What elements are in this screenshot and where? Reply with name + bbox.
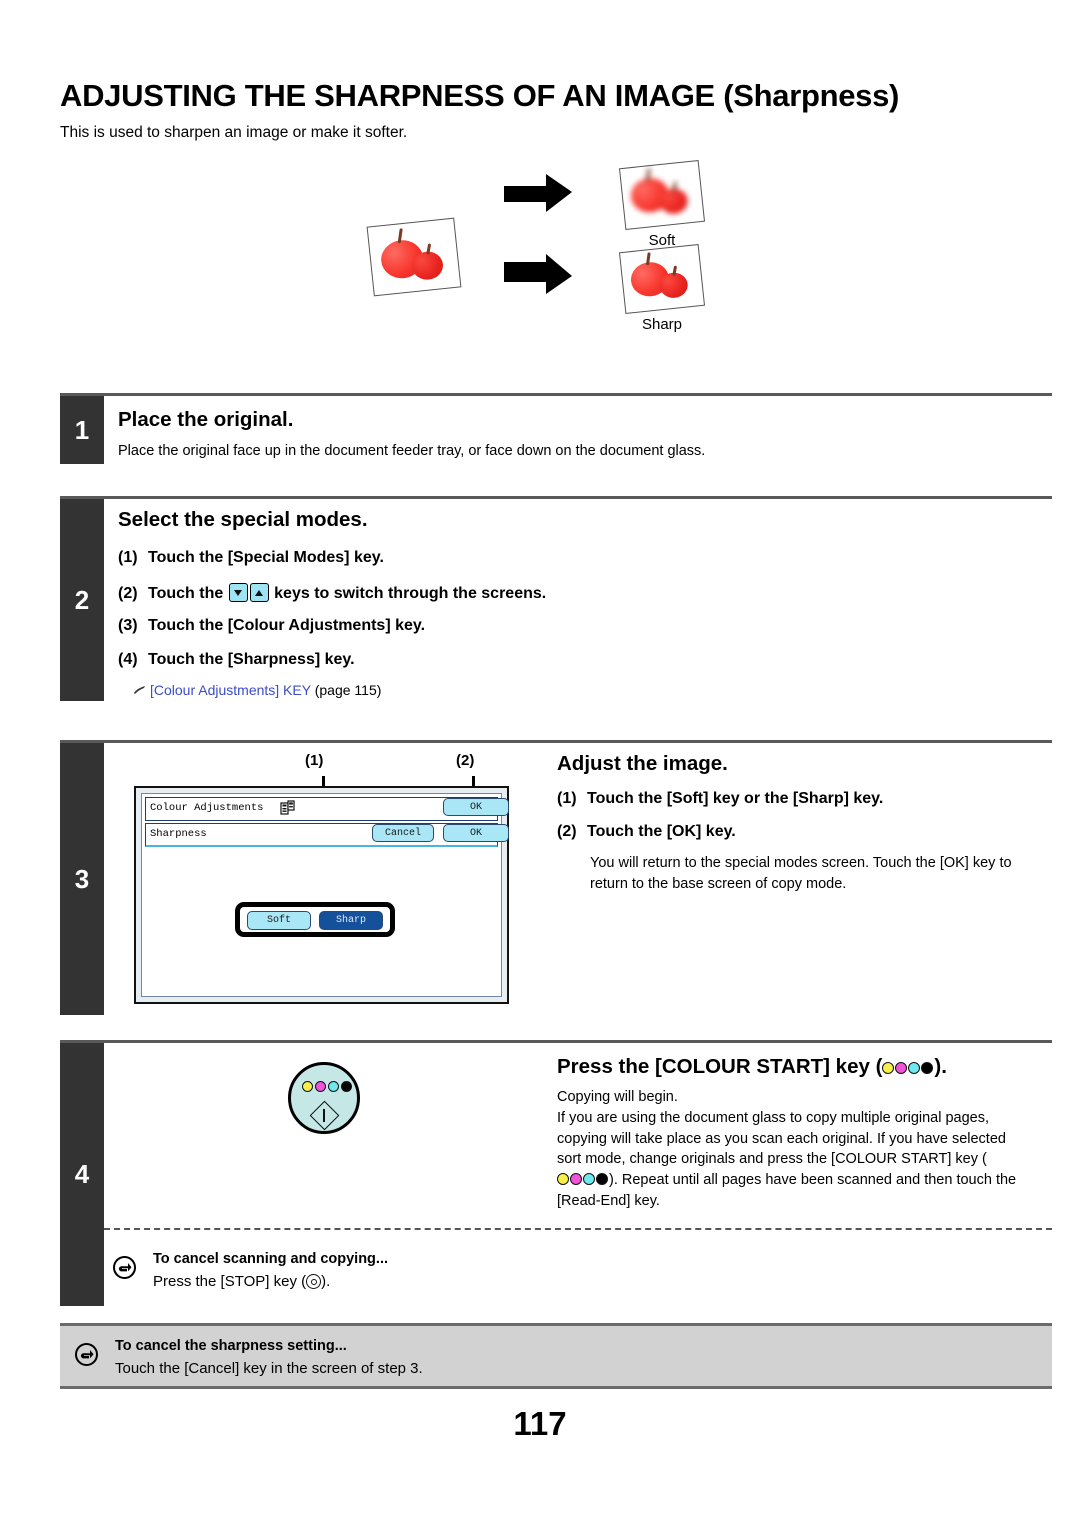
- step-3-rule: [60, 740, 1052, 743]
- page-title: ADJUSTING THE SHARPNESS OF AN IMAGE (Sha…: [60, 78, 900, 113]
- panel-sharp-button[interactable]: Sharp: [319, 911, 383, 930]
- step-2-reference-link[interactable]: [Colour Adjustments] KEY: [150, 682, 311, 698]
- step-4-body-line2-a: If you are using the document glass to c…: [557, 1110, 1006, 1168]
- cmyk-magenta-icon: [895, 1062, 908, 1074]
- step-2-item-4: (4) Touch the [Sharpness] key.: [118, 651, 355, 669]
- step-2-item-2-num: (2): [118, 585, 138, 602]
- panel-title-colour-adjustments: Colour Adjustments: [150, 802, 264, 814]
- cmyk-yellow-icon: [882, 1062, 895, 1074]
- step-4-heading: Press the [COLOUR START] key ().: [557, 1055, 947, 1080]
- panel-title-sharpness: Sharpness: [150, 828, 207, 840]
- sharp-result-thumb: [618, 243, 706, 315]
- step-3-item-2-num: (2): [557, 823, 577, 840]
- step-1-rule: [60, 393, 1052, 396]
- sharpness-choice-highlight: Soft Sharp: [235, 902, 395, 937]
- sharpness-note-title: To cancel the sharpness setting...: [115, 1338, 347, 1354]
- cancel-note-title: To cancel scanning and copying...: [153, 1251, 388, 1267]
- colour-start-button-graphic[interactable]: [288, 1062, 360, 1134]
- panel-callout-1: (1): [305, 752, 324, 769]
- note-divider: [104, 1228, 1052, 1230]
- sharpness-screen-mock: Colour Adjustments OK Sharpness Cancel O…: [134, 786, 509, 1004]
- cmyk-dots-heading: [882, 1056, 934, 1080]
- arrow-to-soft-icon: [502, 172, 574, 223]
- step-2-reference-page: (page 115): [314, 682, 382, 698]
- step-3-number: 3: [60, 743, 104, 1015]
- step-3-item-2: (2) Touch the [OK] key.: [557, 823, 736, 841]
- panel-cancel-button[interactable]: Cancel: [372, 824, 434, 842]
- arrow-to-sharp-icon: [502, 252, 574, 303]
- step-4-heading-after: ).: [934, 1055, 947, 1078]
- step-3-item-2-text: Touch the [OK] key.: [587, 823, 736, 840]
- step-2-number: 2: [60, 499, 104, 701]
- sharpness-note-icon: [75, 1343, 98, 1366]
- step-4-body-line2: If you are using the document glass to c…: [557, 1108, 1019, 1212]
- page-number: 117: [513, 1405, 567, 1442]
- step-2-item-1: (1) Touch the [Special Modes] key.: [118, 549, 384, 567]
- step-2-heading: Select the special modes.: [118, 508, 368, 531]
- step-1-number: 1: [60, 396, 104, 464]
- soft-label: Soft: [648, 232, 676, 249]
- cmyk-black-dot-icon: [341, 1081, 352, 1092]
- cmyk-black-icon: [921, 1062, 934, 1074]
- soft-result-thumb: [618, 159, 706, 231]
- step-2-item-1-num: (1): [118, 549, 138, 566]
- step-3-body: You will return to the special modes scr…: [590, 855, 1012, 892]
- screen-up-key-icon[interactable]: [249, 583, 269, 602]
- step-1-heading: Place the original.: [118, 408, 294, 431]
- copy-mode-icon: [280, 800, 295, 820]
- cancel-note-text-before: Press the [STOP] key (: [153, 1273, 307, 1290]
- cancel-note-text: Press the [STOP] key ().: [153, 1273, 330, 1290]
- step-2-item-3: (3) Touch the [Colour Adjustments] key.: [118, 617, 425, 635]
- step-2-item-2-text-after: keys to switch through the screens.: [269, 585, 547, 602]
- panel-inner-frame: Colour Adjustments OK Sharpness Cancel O…: [141, 793, 509, 997]
- original-image-thumb: [366, 217, 462, 297]
- sharpness-illustration: Soft Sharp: [350, 159, 770, 375]
- step-4-heading-before: Press the [COLOUR START] key (: [557, 1055, 883, 1078]
- manual-page: ADJUSTING THE SHARPNESS OF AN IMAGE (Sha…: [0, 0, 1080, 1528]
- sharpness-cancel-note-box: [60, 1323, 1052, 1389]
- book-reference-icon: [133, 683, 146, 695]
- step-2-reference[interactable]: [Colour Adjustments] KEY (page 115): [133, 682, 381, 698]
- step-2-rule: [60, 496, 1052, 499]
- cancel-note-icon: [113, 1256, 136, 1279]
- cmyk-cyan-icon: [908, 1062, 921, 1074]
- step-2-item-4-text: Touch the [Sharpness] key.: [148, 651, 355, 668]
- cmyk-magenta-icon-2: [570, 1172, 582, 1185]
- stop-key-icon: [306, 1274, 322, 1289]
- step-2-item-1-text: Touch the [Special Modes] key.: [148, 549, 384, 566]
- colour-start-cmyk-dots: [302, 1081, 352, 1092]
- cmyk-dots-body: [557, 1171, 609, 1192]
- step-1-body: Place the original face up in the docume…: [118, 443, 706, 459]
- step-2-item-3-num: (3): [118, 617, 138, 634]
- panel-soft-button[interactable]: Soft: [247, 911, 311, 930]
- step-3-item-1: (1) Touch the [Soft] key or the [Sharp] k…: [557, 790, 883, 808]
- cmyk-cyan-icon-2: [583, 1172, 595, 1185]
- cmyk-black-icon-2: [596, 1172, 608, 1185]
- cmyk-magenta-dot-icon: [315, 1081, 326, 1092]
- step-3-item-1-num: (1): [557, 790, 577, 807]
- panel-outer-frame: Colour Adjustments OK Sharpness Cancel O…: [134, 786, 509, 1004]
- step-2-item-2-text-before: Touch the: [148, 585, 228, 602]
- sharp-label: Sharp: [641, 316, 683, 333]
- cmyk-yellow-dot-icon: [302, 1081, 313, 1092]
- panel-callout-2: (2): [456, 752, 475, 769]
- step-3-heading: Adjust the image.: [557, 752, 728, 775]
- screen-down-key-icon[interactable]: [228, 583, 248, 602]
- cmyk-yellow-icon-2: [557, 1172, 569, 1185]
- step-3-item-1-text: Touch the [Soft] key or the [Sharp] key.: [587, 790, 884, 807]
- sharpness-note-text: Touch the [Cancel] key in the screen of …: [115, 1360, 423, 1377]
- step-4-number: 4: [60, 1043, 104, 1306]
- cancel-note-text-after: ).: [321, 1273, 331, 1290]
- step-2-item-3-text: Touch the [Colour Adjustments] key.: [148, 617, 426, 634]
- panel-ok-button[interactable]: OK: [443, 824, 509, 842]
- page-subtitle: This is used to sharpen an image or make…: [60, 124, 408, 141]
- panel-ok-top-button[interactable]: OK: [443, 798, 509, 816]
- step-2-item-2: (2) Touch the keys to switch through the …: [118, 583, 546, 603]
- step-4-body-line2-b: ). Repeat until all pages have been scan…: [557, 1171, 1017, 1210]
- step-4-body-line1: Copying will begin.: [557, 1089, 678, 1105]
- step-2-item-4-num: (4): [118, 651, 138, 668]
- step-4-rule: [60, 1040, 1052, 1043]
- start-bar-icon: [323, 1109, 325, 1122]
- cmyk-cyan-dot-icon: [328, 1081, 339, 1092]
